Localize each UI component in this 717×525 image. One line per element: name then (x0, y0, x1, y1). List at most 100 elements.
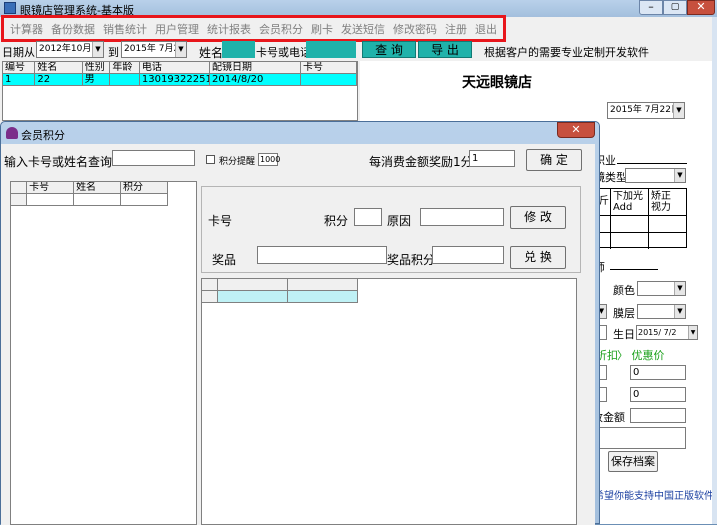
chevron-down-icon[interactable]: ▼ (674, 169, 685, 182)
col-fragment: 斤 (599, 196, 609, 207)
chevron-down-icon[interactable]: ▼ (674, 282, 685, 295)
right-edge-strip (712, 17, 717, 524)
dialog-client: 输入卡号或姓名查询 积分提醒 1000 每消费金额奖励1分 1 确 定 卡号 姓… (1, 144, 595, 525)
store-name: 天远眼镜店 (462, 75, 532, 91)
minimize-button[interactable]: – (639, 0, 663, 15)
notes-area[interactable] (596, 427, 686, 449)
footer-text: 希望你能支持中国正版软件 (594, 491, 714, 502)
card-phone-label: 卡号或电话 (256, 46, 311, 59)
app-icon (4, 2, 16, 14)
confirm-button[interactable]: 确 定 (526, 149, 582, 171)
history-grid-header (202, 279, 358, 291)
add-header: 下加光 Add (613, 191, 643, 213)
col-header-phone[interactable]: 电话 (139, 62, 211, 74)
table-row[interactable] (11, 194, 168, 206)
chevron-down-icon[interactable]: ▼ (674, 305, 685, 318)
birthday-label: 生日 (613, 328, 635, 341)
table-cell: 2014/8/20 (210, 74, 302, 86)
card-label: 卡号 (208, 214, 233, 228)
search-label: 输入卡号或姓名查询 (4, 155, 113, 169)
table-cell (110, 74, 140, 86)
price-input-2[interactable]: 0 (630, 387, 686, 402)
col-header-name[interactable]: 姓名 (35, 62, 83, 74)
card-phone-input[interactable] (306, 41, 356, 58)
reminder-checkbox[interactable] (206, 155, 215, 164)
dialog-title: 会员积分 (21, 129, 65, 142)
prize-label: 奖品 (212, 253, 237, 267)
table-cell: 22 (35, 74, 83, 86)
query-button[interactable]: 查 询 (362, 41, 416, 58)
col-header-id[interactable]: 编号 (3, 62, 36, 74)
modify-button[interactable]: 修 改 (510, 206, 566, 229)
date-from-picker[interactable]: 2012年10月25 ▼ (36, 41, 104, 58)
discount-price-label: 〉 优惠价 (617, 349, 665, 362)
customer-table-header: 编号 姓名 性别 年龄 电话 配镜日期 卡号 (3, 62, 358, 74)
table-row[interactable] (202, 291, 358, 303)
grid-col-vision: 矫正 视力 (649, 189, 687, 249)
date-to-picker[interactable]: 2015年 7月22 ▼ (121, 41, 187, 58)
edit-group-box: 卡号 积分 原因 修 改 奖品 奖品积分 兑 换 (201, 186, 581, 273)
membrane-label: 膜层 (613, 307, 635, 320)
optician-line (610, 269, 658, 270)
dialog-close-button[interactable]: ✕ (557, 122, 595, 138)
grid-col: 斤 (599, 189, 611, 249)
col-header-date[interactable]: 配镜日期 (210, 62, 302, 74)
col-header-points[interactable]: 积分 (121, 182, 168, 194)
table-cell: 男 (82, 74, 111, 86)
close-button[interactable]: ✕ (687, 0, 715, 15)
exchange-button[interactable]: 兑 换 (510, 246, 566, 269)
search-input[interactable] (112, 150, 195, 166)
prize-input[interactable] (257, 246, 387, 264)
grid-line (599, 232, 686, 233)
dialog-icon (6, 127, 18, 139)
chevron-down-icon[interactable]: ▼ (92, 42, 103, 57)
prize-points-label: 奖品积分 (387, 253, 436, 267)
table-row[interactable]: 1 22 男 13019322251 2014/8/20 (3, 74, 358, 86)
grid-line (599, 215, 686, 216)
reminder-label: 积分提醒 (219, 157, 256, 167)
save-record-button[interactable]: 保存档案 (608, 451, 658, 472)
occupation-line (617, 163, 687, 164)
row-header-corner (11, 182, 28, 194)
table-cell (301, 74, 358, 86)
name-filter-input[interactable] (222, 41, 255, 58)
reason-label: 原因 (387, 214, 412, 228)
reminder-input[interactable]: 1000 (258, 153, 280, 166)
date-from-label: 日期从 (2, 46, 35, 59)
chevron-down-icon[interactable]: ▼ (688, 326, 697, 339)
col-header-card[interactable]: 卡号 (301, 62, 358, 74)
points-input[interactable] (354, 208, 382, 226)
reason-input[interactable] (420, 208, 504, 226)
col-header-age[interactable]: 年龄 (110, 62, 140, 74)
date-picker[interactable]: 2015年 7月22日 ▼ (607, 102, 685, 119)
prize-points-input[interactable] (432, 246, 504, 264)
member-table: 卡号 姓名 积分 (10, 181, 197, 525)
maximize-button[interactable]: ▢ (663, 0, 687, 15)
col-header-gender[interactable]: 性别 (82, 62, 111, 74)
birthday-picker[interactable]: 2015/ 7/2 ▼ (636, 325, 698, 340)
slogan-text: 根据客户的需要专业定制开发软件 (484, 46, 649, 59)
date-to-label: 到 (108, 46, 119, 59)
table-cell: 1 (3, 74, 36, 86)
amount-input[interactable] (630, 408, 686, 423)
export-button[interactable]: 导 出 (418, 41, 472, 58)
price-input-1[interactable]: 0 (630, 365, 686, 380)
col-header-name[interactable]: 姓名 (74, 182, 122, 194)
points-label: 积分 (324, 214, 349, 228)
chevron-down-icon[interactable]: ▼ (673, 103, 684, 118)
membrane-select[interactable]: ▼ (637, 304, 686, 319)
reward-label: 每消费金额奖励1分 (369, 155, 473, 169)
color-select[interactable]: ▼ (637, 281, 686, 296)
name-filter-label: 姓名 (199, 46, 224, 60)
table-cell: 13019322251 (139, 74, 211, 86)
color-label: 颜色 (613, 284, 635, 297)
chevron-down-icon[interactable]: ▼ (175, 42, 186, 57)
prescription-grid: 斤 下加光 Add 矫正 视力 (598, 188, 687, 249)
history-grid (201, 278, 577, 525)
reward-input[interactable]: 1 (469, 150, 515, 167)
grid-col-add: 下加光 Add (611, 189, 649, 249)
vision-header: 矫正 视力 (651, 191, 671, 213)
col-header-card[interactable]: 卡号 (27, 182, 75, 194)
menu-highlight-box (1, 15, 506, 42)
lens-type-select[interactable]: ▼ (625, 168, 686, 183)
